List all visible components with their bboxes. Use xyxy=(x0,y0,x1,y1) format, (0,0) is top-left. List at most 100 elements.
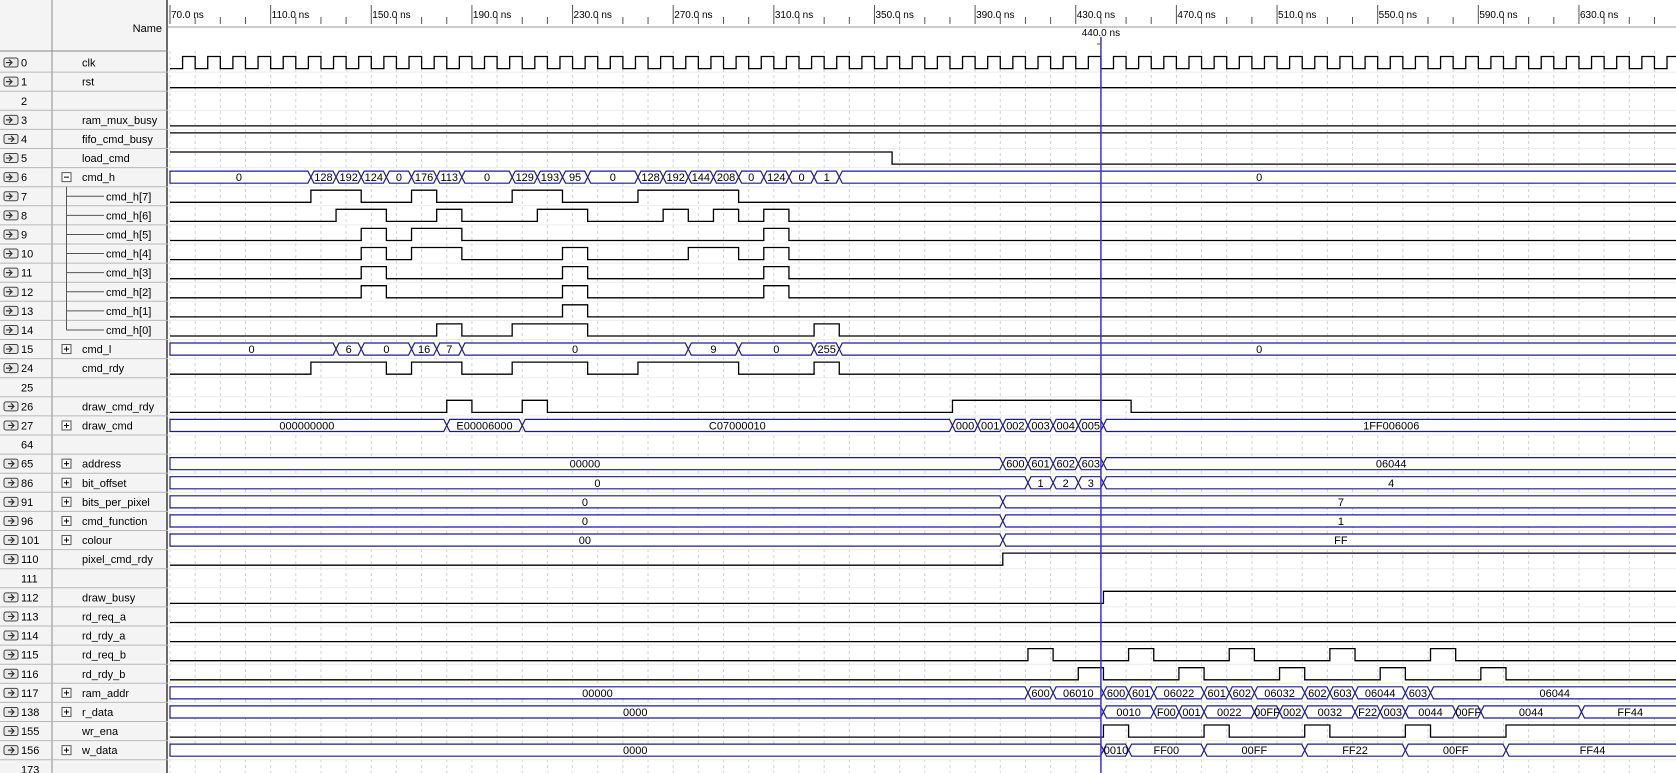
signal-name[interactable]: pixel_cmd_rdy xyxy=(82,554,153,566)
waveform-cmd_h4[interactable] xyxy=(170,246,1676,261)
waveform-address[interactable]: 00000 600 601 602 603 06044 xyxy=(169,457,1676,471)
signal-name[interactable]: cmd_h[4] xyxy=(106,249,151,261)
signal-name[interactable]: cmd_l xyxy=(82,344,111,356)
bus-value-label: 603 xyxy=(1082,459,1100,471)
signal-index: 112 xyxy=(21,592,39,604)
signal-name[interactable]: cmd_h[0] xyxy=(106,325,151,337)
name-column-header[interactable]: Name xyxy=(133,23,162,35)
signal-name[interactable]: draw_cmd_rdy xyxy=(82,401,155,413)
waveform-cmd_h1[interactable] xyxy=(170,304,1676,318)
signal-name[interactable]: ram_mux_busy xyxy=(82,115,158,127)
signal-name[interactable]: fifo_cmd_busy xyxy=(82,134,153,146)
waveform-cmd_h[interactable]: 0 128 192 124 0 176 113 0 129 193 95 0 128 192 144 208 0… xyxy=(169,170,1676,184)
signal-name[interactable]: cmd_function xyxy=(82,516,147,528)
signal-name[interactable]: draw_cmd xyxy=(82,420,133,432)
expand-plus-icon[interactable] xyxy=(61,745,72,756)
expand-plus-icon[interactable] xyxy=(61,706,72,717)
expand-plus-icon[interactable] xyxy=(61,420,72,431)
signal-name[interactable]: ram_addr xyxy=(82,688,129,700)
bus-value-label: 00FF xyxy=(1254,707,1280,719)
signal-index: 86 xyxy=(21,478,33,490)
waveform-cmd_h5[interactable] xyxy=(170,227,1676,242)
waveform-cmd_h0[interactable] xyxy=(170,323,1676,337)
signal-name[interactable]: cmd_rdy xyxy=(82,363,125,375)
waveform-bit_offset[interactable]: 0 1 2 3 4 xyxy=(169,476,1676,490)
waveform-pixel_cmd_rdy[interactable] xyxy=(170,552,1676,566)
waveform-clk[interactable] xyxy=(170,55,1676,70)
bus-value-label: 0044 xyxy=(1519,707,1543,719)
signal-name[interactable]: cmd_h[5] xyxy=(106,229,151,241)
signal-name[interactable]: cmd_h[7] xyxy=(106,191,151,203)
bus-value-label: 0010 xyxy=(1104,745,1128,757)
expand-plus-icon[interactable] xyxy=(61,344,72,355)
waveform-cmd_h6[interactable] xyxy=(170,208,1676,223)
bus-value-label: 06044 xyxy=(1365,688,1396,700)
waveform-bits_per_pixel[interactable]: 07 xyxy=(169,495,1676,509)
bus-value-label: 193 xyxy=(541,172,559,184)
signal-name[interactable]: cmd_h[1] xyxy=(106,306,151,318)
bus-value-label: 0 xyxy=(748,172,754,184)
waveform-ram_addr[interactable]: 00000 600 06010 600 601 06022 601 602 06032 602 60… xyxy=(169,686,1676,700)
signal-name[interactable]: r_data xyxy=(82,707,114,719)
waveform-colour[interactable]: 00 FF xyxy=(169,533,1676,547)
expand-plus-icon[interactable] xyxy=(61,496,72,507)
waveform-cmd_rdy[interactable] xyxy=(170,361,1676,375)
signal-name[interactable]: cmd_h[6] xyxy=(106,210,151,222)
signal-name[interactable]: rd_req_b xyxy=(82,650,126,662)
signal-name[interactable]: cmd_h[3] xyxy=(106,268,151,280)
waveform-w_data[interactable]: 0000 0010 FF00 00FF FF22 00FF FF44 xyxy=(169,743,1676,757)
signal-name[interactable]: rd_rdy_a xyxy=(82,631,126,643)
bit-trace xyxy=(170,246,1676,261)
expand-plus-icon[interactable] xyxy=(61,515,72,526)
output-pin-icon xyxy=(3,706,19,717)
waveform-r_data[interactable]: 0000 0010 F00 001 0022 00FF 002 0032 F22 003 0044 0… xyxy=(169,705,1676,719)
time-ruler[interactable]: 70.0 ns 110.0 ns 150.0 ns 190.0 ns 230.0 ns 2… xyxy=(168,0,1676,51)
waveform-cmd_h3[interactable] xyxy=(170,265,1676,280)
waveform-cmd_h7[interactable] xyxy=(170,189,1676,203)
waveform-area[interactable]: 0 128 192 124 0 176 113 0 129 193 95 0 128 192 144 208 0… xyxy=(168,55,1676,773)
ruler-time-label: 110.0 ns xyxy=(272,10,310,21)
ruler-time-label: 550.0 ns xyxy=(1379,10,1417,21)
signal-name[interactable]: wr_ena xyxy=(81,726,119,738)
signal-name[interactable]: cmd_h[2] xyxy=(106,287,151,299)
signal-name[interactable]: address xyxy=(82,459,122,471)
signal-name[interactable]: rd_req_a xyxy=(82,611,127,623)
output-pin-icon xyxy=(3,630,19,641)
bus-value-label: 603 xyxy=(1333,688,1351,700)
collapse-minus-icon[interactable] xyxy=(61,172,72,183)
signal-index: 91 xyxy=(21,497,33,509)
waveform-rd_rdy_b[interactable] xyxy=(170,667,1676,681)
signal-name[interactable]: colour xyxy=(82,535,112,547)
bus-value-label: 00000 xyxy=(570,459,601,471)
signal-name[interactable]: rd_rdy_b xyxy=(82,669,125,681)
signal-list-panel[interactable]: Name 0 clk 1 rst 2 3 ram_mux_busy 4 fifo_cmd_busy… xyxy=(0,0,168,773)
bus-value-label: 7 xyxy=(1338,497,1344,509)
bus-value-label: 0 xyxy=(798,172,804,184)
waveform-cmd_function[interactable]: 01 xyxy=(169,514,1676,528)
waveform-cmd_h2[interactable] xyxy=(170,285,1676,299)
signal-name[interactable]: load_cmd xyxy=(82,153,130,165)
signal-name[interactable]: bit_offset xyxy=(82,478,126,490)
bus-value-label: 00 xyxy=(579,535,591,547)
output-pin-icon xyxy=(3,745,19,756)
waveform-draw_cmd_rdy[interactable] xyxy=(170,399,1676,414)
signal-name[interactable]: cmd_h xyxy=(82,172,115,184)
expand-plus-icon[interactable] xyxy=(61,687,72,698)
waveform-load_cmd[interactable] xyxy=(170,151,1676,165)
expand-plus-icon[interactable] xyxy=(61,535,72,546)
waveform-wr_ena[interactable] xyxy=(170,724,1676,738)
waveform-draw_busy[interactable] xyxy=(170,590,1676,605)
expand-plus-icon[interactable] xyxy=(61,458,72,469)
bus-value-label: 003 xyxy=(1384,707,1402,719)
signal-name[interactable]: w_data xyxy=(81,745,118,757)
waveform-viewer[interactable]: Name 0 clk 1 rst 2 3 ram_mux_busy 4 fifo_cmd_busy… xyxy=(0,0,1676,773)
waveform-cmd_l[interactable]: 0 6 0 16 7 0 9 0 255 0 xyxy=(169,342,1676,356)
signal-name[interactable]: bits_per_pixel xyxy=(82,497,150,509)
signal-name[interactable]: rst xyxy=(82,77,94,89)
bus-value-label: 192 xyxy=(339,172,357,184)
signal-name[interactable]: clk xyxy=(82,58,96,70)
expand-plus-icon[interactable] xyxy=(61,477,72,488)
signal-name[interactable]: draw_busy xyxy=(82,592,136,604)
waveform-rd_req_b[interactable] xyxy=(170,647,1676,662)
waveform-draw_cmd[interactable]: 000000000 E00006000 C07000010 000 001 002 003 0… xyxy=(169,418,1676,432)
